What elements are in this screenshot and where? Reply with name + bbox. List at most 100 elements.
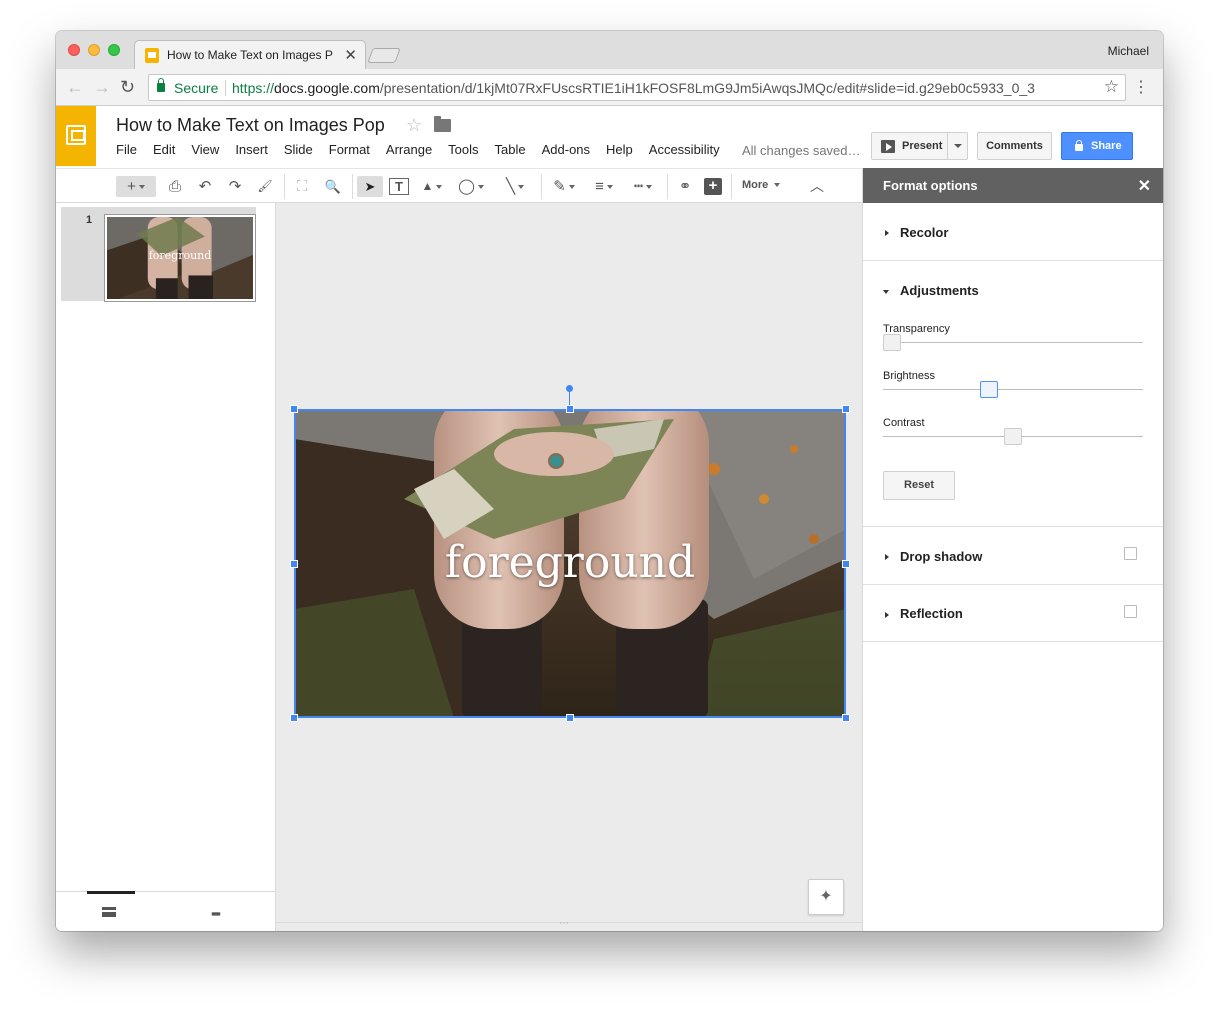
reflection-section[interactable]: Reflection	[863, 585, 1163, 642]
back-icon[interactable]: ←	[66, 77, 84, 98]
shape-icon[interactable]: ◯	[454, 176, 488, 197]
menu-edit[interactable]: Edit	[153, 142, 175, 157]
border-weight-icon[interactable]: ≡	[588, 176, 620, 197]
transparency-slider[interactable]	[883, 342, 1143, 343]
menu-table[interactable]: Table	[495, 142, 526, 157]
url-text[interactable]: https://docs.google.com/presentation/d/1…	[232, 80, 1035, 96]
resize-handle-top-left[interactable]	[290, 405, 298, 413]
reflection-checkbox[interactable]	[1124, 605, 1137, 618]
drop-shadow-title[interactable]: Drop shadow	[900, 549, 982, 564]
menu-file[interactable]: File	[116, 142, 137, 157]
grid-view-icon[interactable]: ▪▪▪	[211, 906, 221, 921]
close-icon[interactable]: ✕	[1138, 176, 1151, 196]
expand-arrow-icon	[885, 612, 889, 618]
contrast-slider-handle[interactable]	[1004, 428, 1022, 445]
more-button[interactable]: More	[742, 179, 781, 191]
document-title[interactable]: How to Make Text on Images Pop	[116, 115, 385, 136]
textbox-icon[interactable]: T	[389, 178, 409, 195]
menu-tools[interactable]: Tools	[448, 142, 478, 157]
recolor-title[interactable]: Recolor	[900, 225, 948, 240]
resize-handle-top-right[interactable]	[842, 405, 850, 413]
chevron-down-icon	[138, 185, 145, 190]
select-tool-icon[interactable]: ➤	[357, 176, 383, 197]
resize-handle-right[interactable]	[842, 560, 850, 568]
rotate-handle[interactable]	[566, 385, 573, 392]
list-view-icon[interactable]	[102, 907, 116, 917]
menu-format[interactable]: Format	[329, 142, 370, 157]
image-icon[interactable]: ▲	[417, 176, 447, 197]
resize-handle-bottom-left[interactable]	[290, 714, 298, 722]
present-button[interactable]: Present	[871, 132, 968, 160]
undo-icon[interactable]: ↶	[195, 176, 215, 197]
close-window-button[interactable]	[68, 44, 80, 56]
menu-slide[interactable]: Slide	[284, 142, 313, 157]
menu-help[interactable]: Help	[606, 142, 633, 157]
border-color-icon[interactable]: ✎	[549, 176, 579, 197]
reset-button[interactable]: Reset	[883, 471, 955, 500]
notes-resize-handle[interactable]: ⋯	[559, 918, 569, 929]
menu-accessibility[interactable]: Accessibility	[649, 142, 720, 157]
omnibox[interactable]: Secure https://docs.google.com/presentat…	[148, 74, 1126, 101]
share-button[interactable]: Share	[1061, 132, 1133, 160]
new-tab-button[interactable]	[367, 48, 401, 63]
collapse-toolbar-icon[interactable]: ︿	[810, 176, 824, 196]
forward-icon[interactable]: →	[93, 77, 111, 98]
explore-button[interactable]	[808, 879, 844, 915]
format-options-panel: Format options ✕ Recolor Adjustments Tra…	[862, 168, 1163, 931]
browser-menu-icon[interactable]: ⋮	[1133, 77, 1149, 97]
comments-button[interactable]: Comments	[977, 132, 1052, 160]
resize-handle-bottom[interactable]	[566, 714, 574, 722]
drop-shadow-checkbox[interactable]	[1124, 547, 1137, 560]
print-icon[interactable]: ⎙	[165, 176, 185, 197]
slide-thumbnail[interactable]: foreground	[104, 214, 256, 302]
resize-handle-bottom-right[interactable]	[842, 714, 850, 722]
resize-handle-top[interactable]	[566, 405, 574, 413]
link-icon[interactable]: ⚭	[674, 176, 696, 197]
menu-add-ons[interactable]: Add-ons	[542, 142, 590, 157]
menu-arrange[interactable]: Arrange	[386, 142, 432, 157]
reflection-title[interactable]: Reflection	[900, 606, 963, 621]
browser-tab-active[interactable]: How to Make Text on Images P ✕	[134, 40, 366, 69]
maximize-window-button[interactable]	[108, 44, 120, 56]
shape-glyph: ◯	[458, 178, 475, 195]
address-bar-row: ← → ↻ Secure https://docs.google.com/pre…	[56, 69, 1163, 106]
drop-shadow-section[interactable]: Drop shadow	[863, 527, 1163, 585]
app-header: How to Make Text on Images Pop ☆ File Ed…	[56, 106, 1163, 168]
folder-icon[interactable]	[434, 116, 451, 132]
adjustments-title[interactable]: Adjustments	[900, 283, 979, 298]
tab-close-icon[interactable]: ✕	[344, 46, 357, 64]
format-options-header: Format options ✕	[863, 168, 1163, 203]
zoom-icon[interactable]: 🔍	[322, 176, 344, 197]
line-glyph: ╲	[505, 178, 516, 195]
reload-icon[interactable]: ↻	[120, 77, 135, 98]
menu-view[interactable]: View	[191, 142, 219, 157]
slides-logo[interactable]	[56, 106, 96, 166]
new-slide-button[interactable]: +	[116, 176, 156, 197]
recolor-section[interactable]: Recolor	[863, 203, 1163, 261]
menu-insert[interactable]: Insert	[235, 142, 268, 157]
slide-number: 1	[86, 214, 93, 226]
collapse-arrow-icon	[883, 290, 889, 294]
toolbar-divider	[731, 174, 732, 199]
brightness-slider-handle[interactable]	[979, 381, 998, 398]
brightness-slider[interactable]	[883, 389, 1143, 390]
bookmark-star-icon[interactable]: ☆	[1104, 77, 1119, 97]
border-dash-icon[interactable]: ┅	[626, 176, 660, 197]
minimize-window-button[interactable]	[88, 44, 100, 56]
slide-canvas[interactable]: foreground ⋯	[276, 203, 862, 931]
filmstrip-slide-1[interactable]: 1 foreground	[61, 207, 256, 302]
image-glyph: ▲	[421, 179, 434, 193]
profile-name[interactable]: Michael	[1108, 44, 1149, 58]
present-dropdown-icon[interactable]	[947, 133, 967, 159]
add-comment-icon[interactable]: +	[704, 178, 722, 195]
redo-icon[interactable]: ↷	[225, 176, 245, 197]
paint-format-icon[interactable]: 🖌	[255, 176, 275, 197]
lock-icon	[1075, 140, 1083, 151]
save-status[interactable]: All changes saved…	[742, 143, 861, 158]
line-icon[interactable]: ╲	[496, 176, 534, 197]
star-icon[interactable]: ☆	[406, 115, 422, 136]
resize-handle-left[interactable]	[290, 560, 298, 568]
browser-window: How to Make Text on Images P ✕ Michael ←…	[56, 31, 1163, 931]
transparency-slider-handle[interactable]	[883, 334, 901, 351]
zoom-fit-icon[interactable]: ⛶	[292, 176, 312, 197]
